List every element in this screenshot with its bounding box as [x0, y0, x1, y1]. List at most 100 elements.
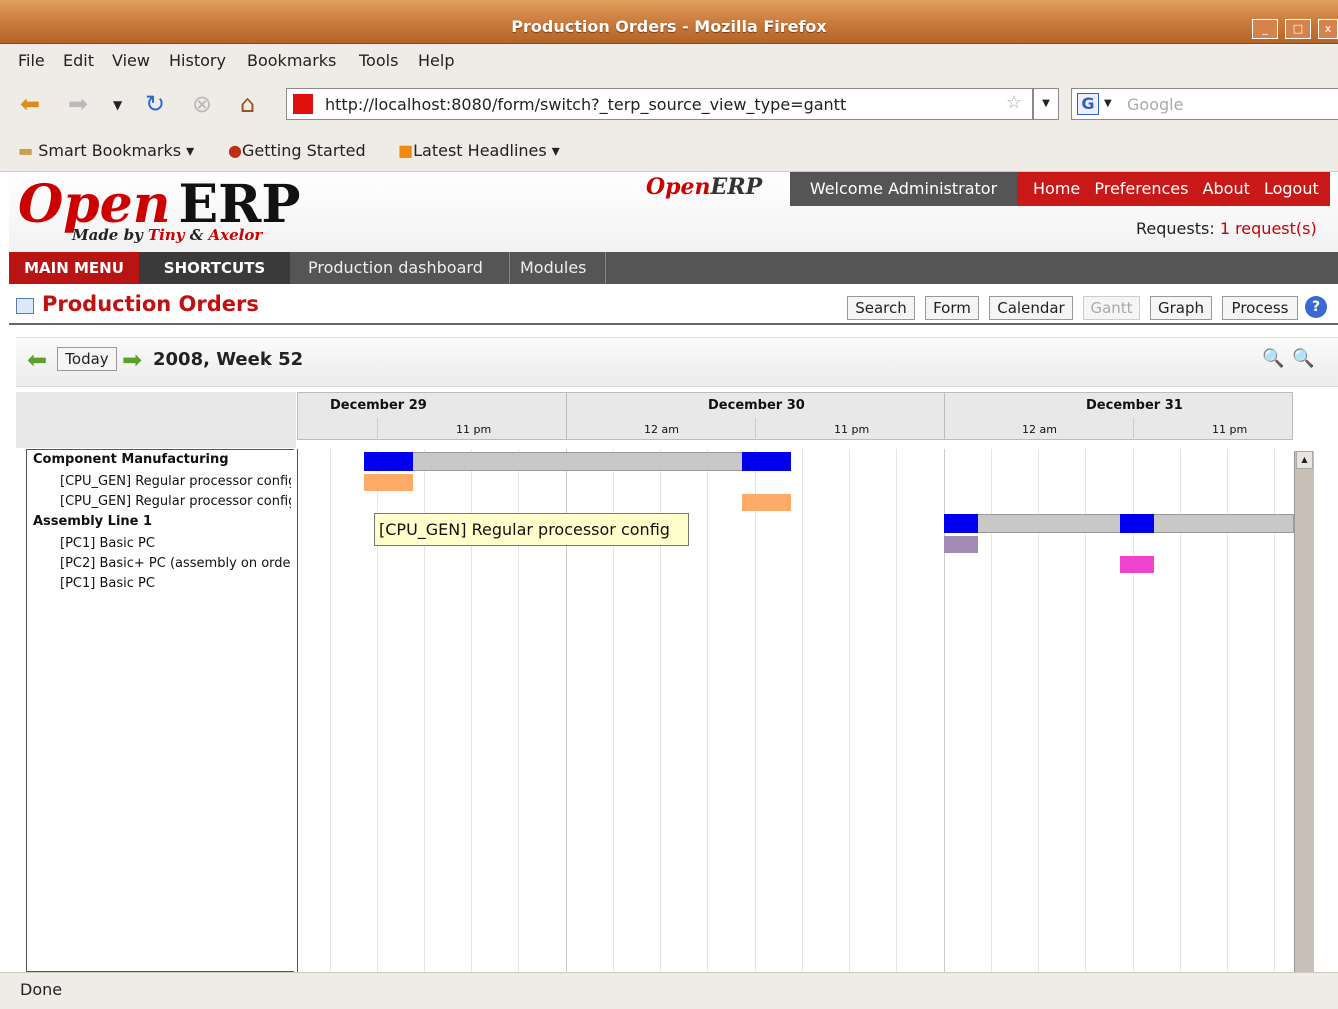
day-label: December 31 — [1086, 398, 1183, 413]
gantt-row-cpu-gen-2[interactable]: [CPU_GEN] Regular processor config — [60, 494, 291, 509]
gantt-tooltip: [CPU_GEN] Regular processor config — [374, 513, 689, 546]
scroll-up-arrow-icon[interactable]: ▲ — [1296, 451, 1313, 469]
shortcuts-button[interactable]: SHORTCUTS — [139, 252, 290, 284]
rss-icon: ■ — [398, 141, 414, 160]
gantt-group-bar-component-manufacturing[interactable] — [364, 452, 791, 471]
view-gantt-button: Gantt — [1083, 296, 1140, 320]
hour-divider — [377, 418, 378, 440]
firefox-icon: ● — [228, 141, 242, 160]
main-menu-button[interactable]: MAIN MENU — [9, 252, 139, 284]
search-bar[interactable]: G ▼ Google — [1071, 88, 1338, 120]
hour-label: 11 pm — [456, 423, 492, 436]
logo-subtitle: Made by Tiny & Axelor — [72, 226, 263, 244]
link-home[interactable]: Home — [1033, 179, 1080, 198]
menu-history[interactable]: History — [169, 51, 226, 70]
welcome-text: Welcome Administrator — [790, 172, 1017, 206]
today-button[interactable]: Today — [57, 347, 117, 371]
gantt-bar-cpu-gen-2[interactable] — [742, 494, 791, 511]
hour-label: 12 am — [644, 423, 679, 436]
help-icon[interactable]: ? — [1305, 296, 1327, 318]
gantt-bar-cpu-gen-1[interactable] — [364, 474, 413, 491]
bookmark-smart-bookmarks[interactable]: ▬ Smart Bookmarks ▾ — [18, 141, 194, 160]
home-icon[interactable]: ⌂ — [240, 90, 255, 118]
hour-divider — [755, 418, 756, 440]
day-divider — [944, 392, 945, 440]
day-label: December 29 — [330, 398, 427, 413]
shortcut-modules[interactable]: Modules — [520, 252, 587, 284]
openerp-logo[interactable]: Open ERP Made by Tiny & Axelor — [18, 174, 301, 244]
menu-file[interactable]: File — [18, 51, 45, 70]
status-bar: Done — [0, 972, 1338, 1009]
menu-edit[interactable]: Edit — [63, 51, 94, 70]
close-button[interactable]: x — [1318, 19, 1338, 39]
link-logout[interactable]: Logout — [1264, 179, 1319, 198]
grid-line — [896, 449, 897, 972]
gantt-left-header — [16, 392, 296, 448]
view-graph-button[interactable]: Graph — [1150, 296, 1212, 320]
gantt-group-bar-assembly-line-1[interactable] — [944, 514, 1294, 533]
day-divider — [566, 392, 567, 440]
bookmark-getting-started[interactable]: ●Getting Started — [228, 141, 366, 160]
grid-line — [330, 449, 331, 972]
gantt-group-bar-end[interactable] — [742, 452, 791, 471]
gantt-row-pc1-1[interactable]: [PC1] Basic PC — [60, 536, 291, 551]
engine-dropdown-icon[interactable]: ▼ — [1104, 98, 1112, 109]
view-form-button[interactable]: Form — [925, 296, 979, 320]
zoom-in-icon[interactable]: 🔍 — [1262, 348, 1284, 369]
shortcut-production-dashboard[interactable]: Production dashboard — [308, 252, 483, 284]
forward-arrow-icon[interactable]: ➡ — [68, 90, 88, 118]
view-calendar-button[interactable]: Calendar — [989, 296, 1073, 320]
gantt-group-bar-start[interactable] — [944, 514, 978, 533]
link-about[interactable]: About — [1203, 179, 1250, 198]
gantt-group-bar-start[interactable] — [364, 452, 413, 471]
gantt-row-assembly-line-1[interactable]: Assembly Line 1 — [33, 514, 291, 529]
hour-label: 11 pm — [834, 423, 870, 436]
maximize-button[interactable]: □ — [1285, 19, 1311, 39]
search-placeholder[interactable]: Google — [1127, 95, 1183, 114]
next-week-arrow-icon[interactable]: ➡ — [122, 346, 142, 374]
nav-separator — [605, 252, 606, 284]
window-titlebar: Production Orders - Mozilla Firefox _ □ … — [0, 0, 1338, 44]
gantt-vertical-scrollbar[interactable]: ▲ — [1294, 451, 1314, 972]
form-icon — [16, 298, 34, 314]
bookmarks-toolbar: ▬ Smart Bookmarks ▾ ●Getting Started ■La… — [0, 132, 1338, 172]
status-text: Done — [20, 980, 63, 999]
grid-line — [849, 449, 850, 972]
gantt-group-bar-middle[interactable] — [1120, 514, 1154, 533]
minimize-button[interactable]: _ — [1252, 19, 1278, 39]
menu-help[interactable]: Help — [418, 51, 454, 70]
back-arrow-icon[interactable]: ⬅ — [20, 90, 40, 118]
view-search-button[interactable]: Search — [847, 296, 915, 320]
stop-icon[interactable]: ⊗ — [192, 90, 212, 118]
gantt-bar-pc2[interactable] — [1120, 556, 1154, 573]
reload-icon[interactable]: ↻ — [145, 90, 165, 118]
requests-link[interactable]: 1 request(s) — [1220, 219, 1317, 238]
gantt-bar-pc1-1[interactable] — [944, 536, 978, 553]
previous-week-arrow-icon[interactable]: ⬅ — [27, 346, 47, 374]
grid-line — [707, 449, 708, 972]
google-engine-icon[interactable]: G — [1077, 93, 1099, 115]
history-dropdown-icon[interactable]: ▼ — [113, 98, 122, 112]
requests-info: Requests: 1 request(s) — [1136, 219, 1317, 238]
menu-bookmarks[interactable]: Bookmarks — [247, 51, 336, 70]
period-label: 2008, Week 52 — [153, 349, 304, 370]
menu-view[interactable]: View — [112, 51, 150, 70]
url-bar[interactable]: http://localhost:8080/form/switch?_terp_… — [286, 88, 1033, 120]
grid-line — [802, 449, 803, 972]
bookmark-latest-headlines[interactable]: ■Latest Headlines ▾ — [398, 141, 560, 160]
view-process-button[interactable]: Process — [1222, 296, 1298, 320]
hour-label: 12 am — [1022, 423, 1057, 436]
zoom-out-icon[interactable]: 🔍 — [1292, 348, 1314, 369]
gantt-row-pc1-2[interactable]: [PC1] Basic PC — [60, 576, 291, 591]
bookmark-star-icon[interactable]: ☆ — [1006, 92, 1022, 113]
site-favicon-icon — [293, 94, 313, 114]
gantt-row-pc2[interactable]: [PC2] Basic+ PC (assembly on order) — [60, 556, 291, 571]
link-preferences[interactable]: Preferences — [1094, 179, 1188, 198]
url-dropdown-icon[interactable]: ▼ — [1033, 88, 1059, 120]
openerp-small-logo: OpenERP — [646, 174, 763, 200]
hour-label: 11 pm — [1212, 423, 1248, 436]
gantt-row-component-manufacturing[interactable]: Component Manufacturing — [33, 452, 291, 467]
gantt-row-cpu-gen-1[interactable]: [CPU_GEN] Regular processor config — [60, 474, 291, 489]
menu-tools[interactable]: Tools — [359, 51, 398, 70]
url-text[interactable]: http://localhost:8080/form/switch?_terp_… — [325, 95, 846, 114]
